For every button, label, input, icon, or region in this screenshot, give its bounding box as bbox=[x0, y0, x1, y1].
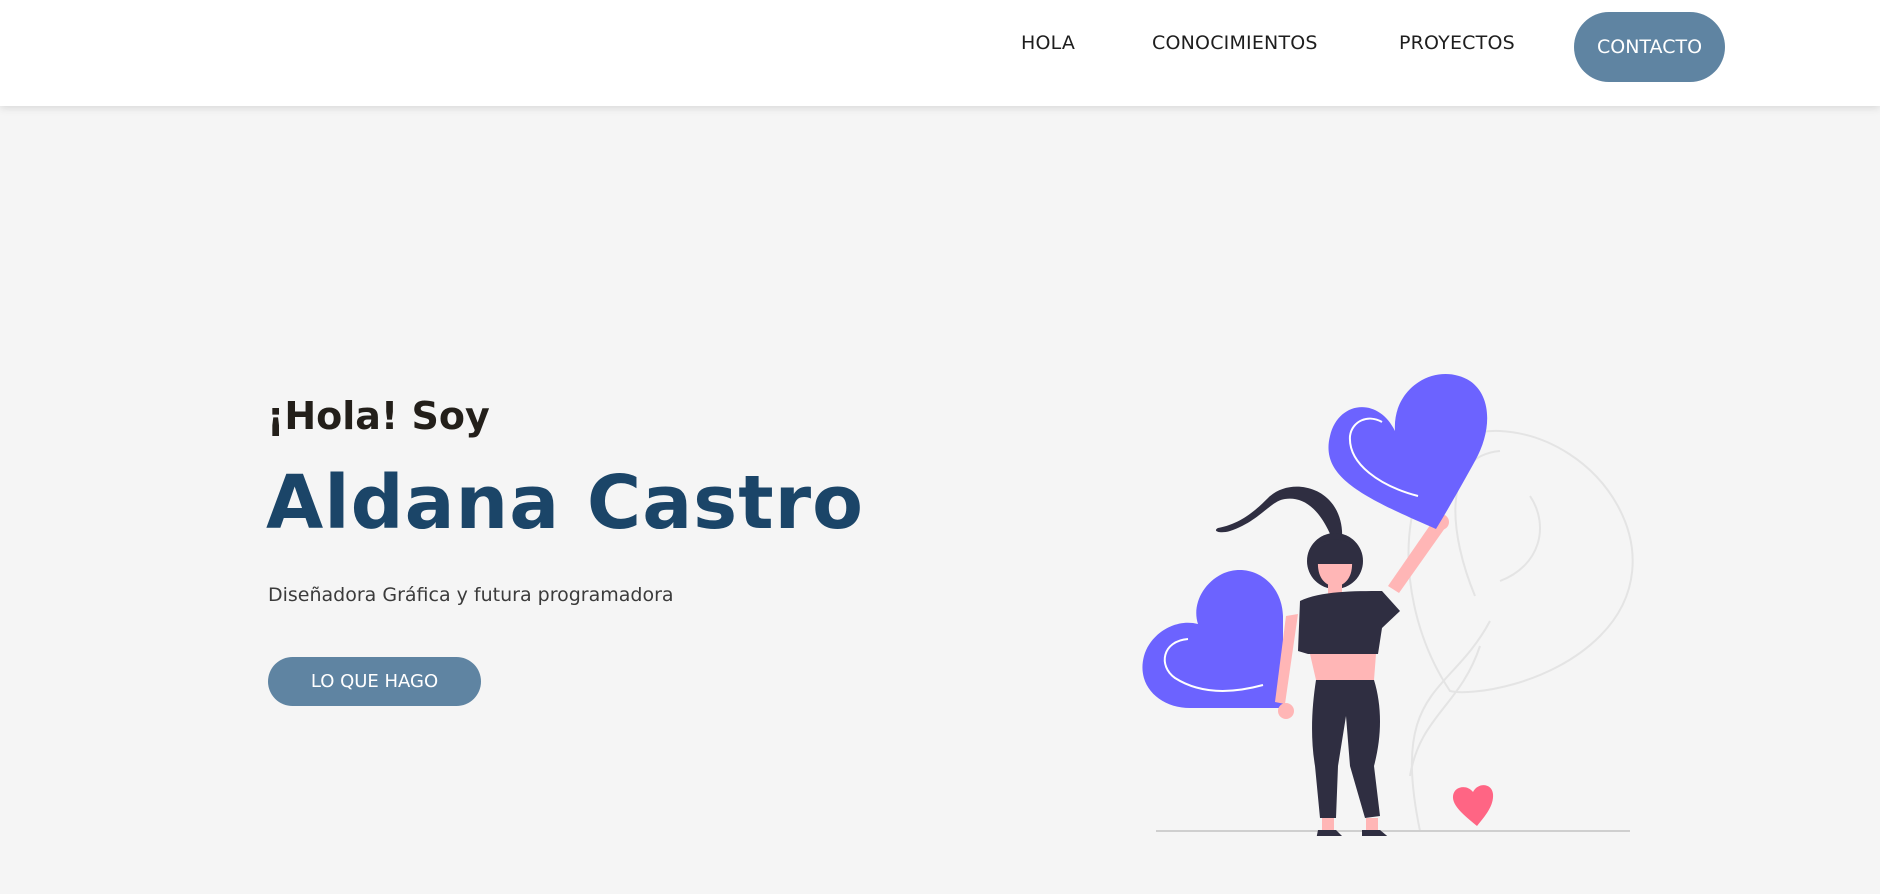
nav-link-conocimientos[interactable]: CONOCIMIENTOS bbox=[1152, 32, 1318, 54]
hero-greeting: ¡Hola! Soy bbox=[267, 394, 490, 438]
nav-link-proyectos[interactable]: PROYECTOS bbox=[1399, 32, 1515, 54]
right-ankle bbox=[1366, 818, 1378, 830]
hero-subtitle: Diseñadora Gráfica y futura programadora bbox=[268, 584, 674, 606]
lo-que-hago-button[interactable]: LO QUE HAGO bbox=[268, 657, 481, 706]
raised-arm bbox=[1388, 518, 1445, 593]
hero-name: Aldana Castro bbox=[266, 460, 864, 546]
navbar: HOLA CONOCIMIENTOS PROYECTOS CONTACTO bbox=[0, 0, 1880, 106]
small-heart-icon bbox=[1452, 785, 1494, 826]
large-heart-left-icon bbox=[1142, 570, 1283, 708]
nav-contact-button[interactable]: CONTACTO bbox=[1574, 12, 1725, 82]
nav-link-hola[interactable]: HOLA bbox=[1021, 32, 1075, 54]
hero-section: ¡Hola! Soy Aldana Castro Diseñadora Gráf… bbox=[0, 106, 1880, 894]
left-ankle bbox=[1322, 818, 1334, 830]
midriff bbox=[1310, 654, 1376, 680]
lower-hand bbox=[1278, 703, 1294, 719]
crop-top bbox=[1298, 591, 1400, 654]
woman-holding-hearts-illustration bbox=[1142, 374, 1634, 836]
pants bbox=[1312, 680, 1380, 818]
